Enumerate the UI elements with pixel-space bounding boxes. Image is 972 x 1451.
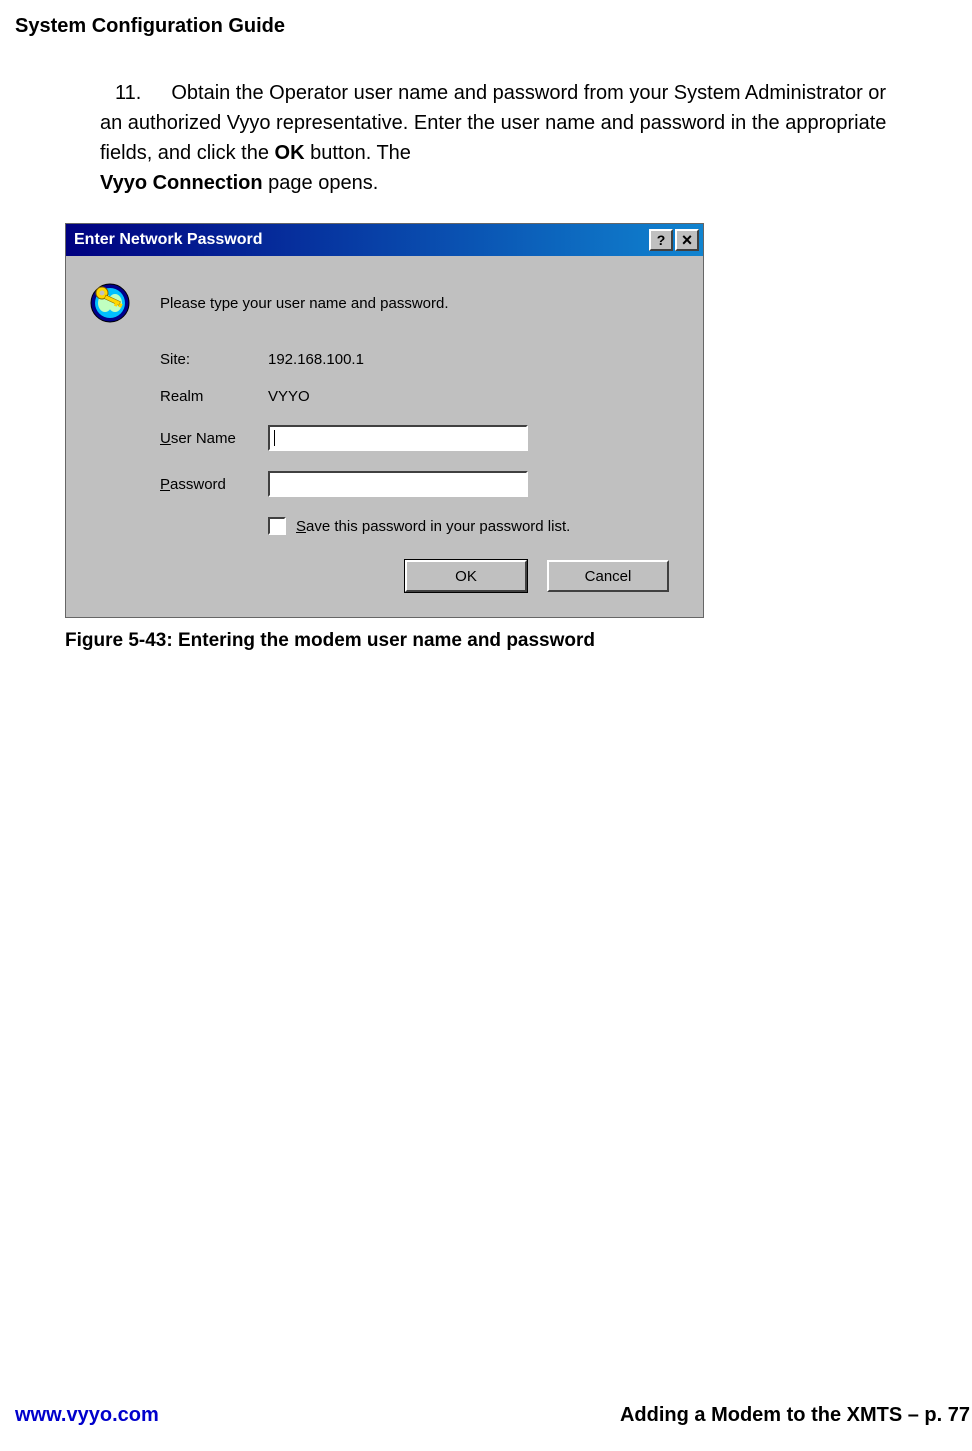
step-text-mid: button. The xyxy=(305,142,411,164)
save-password-checkbox[interactable] xyxy=(268,517,286,535)
footer-url: www.vyyo.com xyxy=(15,1404,159,1427)
dialog-titlebar: Enter Network Password ? × xyxy=(66,224,703,256)
save-password-row: Save this password in your password list… xyxy=(88,517,683,535)
password-row: Password xyxy=(88,471,683,497)
titlebar-buttons: ? × xyxy=(649,229,699,251)
dialog-screenshot: Enter Network Password ? × xyxy=(65,223,706,618)
realm-value: VYYO xyxy=(268,388,310,405)
site-label: Site: xyxy=(160,351,268,368)
page-header: System Configuration Guide xyxy=(0,0,972,38)
cancel-button[interactable]: Cancel xyxy=(547,560,669,592)
dialog-button-row: OK Cancel xyxy=(88,560,683,592)
footer-section: Adding a Modem to the XMTS – p. 77 xyxy=(620,1404,970,1427)
username-label: User Name xyxy=(160,430,268,447)
ok-bold: OK xyxy=(275,142,305,164)
step-number: 11. xyxy=(115,78,141,108)
page-footer: www.vyyo.com Adding a Modem to the XMTS … xyxy=(15,1404,972,1427)
key-icon xyxy=(88,281,132,325)
prompt-row: Please type your user name and password. xyxy=(88,281,683,325)
vyyo-connection-bold: Vyyo Connection xyxy=(100,172,263,194)
enter-network-password-dialog: Enter Network Password ? × xyxy=(65,223,704,618)
ok-button[interactable]: OK xyxy=(405,560,527,592)
username-input[interactable] xyxy=(268,425,528,451)
dialog-body: Please type your user name and password.… xyxy=(66,256,703,617)
save-password-label: Save this password in your password list… xyxy=(296,518,570,535)
realm-row: Realm VYYO xyxy=(88,388,683,405)
prompt-text: Please type your user name and password. xyxy=(160,295,449,312)
help-button[interactable]: ? xyxy=(649,229,673,251)
text-cursor-icon xyxy=(274,430,275,446)
realm-label: Realm xyxy=(160,388,268,405)
step-text-after: page opens. xyxy=(263,172,379,194)
site-row: Site: 192.168.100.1 xyxy=(88,351,683,368)
username-row: User Name xyxy=(88,425,683,451)
step-text-1: Obtain the Operator user name and passwo… xyxy=(100,82,886,164)
close-button[interactable]: × xyxy=(675,229,699,251)
password-label: Password xyxy=(160,476,268,493)
step-11-text: 11.Obtain the Operator user name and pas… xyxy=(100,78,912,198)
password-input[interactable] xyxy=(268,471,528,497)
content-area: 11.Obtain the Operator user name and pas… xyxy=(0,38,972,652)
dialog-title: Enter Network Password xyxy=(74,231,263,249)
figure-caption: Figure 5-43: Entering the modem user nam… xyxy=(65,630,912,652)
site-value: 192.168.100.1 xyxy=(268,351,364,368)
